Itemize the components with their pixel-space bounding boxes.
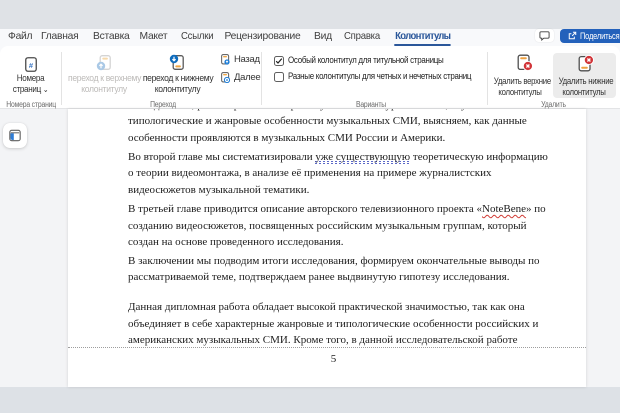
document-line: созданию видеосюжетов, посвященных росси… xyxy=(128,218,539,235)
paragraph: Во второй главе мы систематизировали уже… xyxy=(128,149,539,199)
next-button[interactable]: Далее xyxy=(221,72,260,83)
button-label-line: колонтитулы xyxy=(498,87,541,98)
next-section-icon xyxy=(221,72,230,83)
checkbox-different-odd-even[interactable]: Разные колонтитулы для четных и нечетных… xyxy=(274,71,506,82)
footer-boundary-line xyxy=(68,347,586,348)
button-label-line: Удалить нижние xyxy=(559,76,614,87)
checkbox-different-first-page[interactable]: Особый колонтитул для титульной страницы xyxy=(274,55,473,66)
bottom-strip xyxy=(0,387,620,413)
delete-footers-icon xyxy=(578,54,595,72)
ribbon: # Номера страниц ⌄ Номера страниц перехо… xyxy=(0,46,620,109)
spelling-underline: NoteBene xyxy=(482,203,526,215)
button-label-line: колонтитулу xyxy=(155,84,201,95)
button-label-line: Удалить верхние xyxy=(494,76,551,87)
group-label-options: Варианты xyxy=(275,100,467,109)
comments-button[interactable] xyxy=(535,29,554,42)
page-numbers-label: Номера страниц ⌄ xyxy=(6,73,54,95)
document-line: В заключении мы подводим итоги исследова… xyxy=(128,253,539,270)
text-segment: теоретическую информацию xyxy=(410,151,548,163)
text-segment: » по xyxy=(526,203,546,215)
button-label-line: колонтитулы xyxy=(562,87,605,98)
document-line: объединяет в себе характерные жанровые и… xyxy=(128,316,539,333)
ribbon-divider xyxy=(61,52,62,105)
checkbox-unchecked-icon xyxy=(274,72,284,82)
chevron-down-icon: ⌄ xyxy=(43,85,48,94)
paragraph: В третьей главе приводится описание авто… xyxy=(128,201,539,251)
page-numbers-label-2: страниц xyxy=(13,84,41,95)
group-label-page-numbers: Номера страниц xyxy=(6,100,54,109)
grammar-underline: уже существующую xyxy=(315,151,410,164)
button-label-line: переход к нижнему xyxy=(143,73,214,84)
footer-page-number[interactable]: 5 xyxy=(128,351,539,368)
navigation-pane-button[interactable] xyxy=(3,123,27,148)
document-line: Данная дипломная работа обладает высокой… xyxy=(128,299,539,316)
checkmark-icon xyxy=(275,57,283,65)
share-button-label: Поделиться xyxy=(580,31,619,41)
window-title-strip xyxy=(0,0,620,29)
group-label-delete: Удалить xyxy=(497,100,610,109)
checkbox-first-page-label: Особый колонтитул для титульной страницы xyxy=(288,55,443,66)
checkbox-odd-even-label: Разные колонтитулы для четных и нечетных… xyxy=(288,71,471,82)
checkbox-checked-icon xyxy=(274,56,284,66)
delete-footers-label: Удалить нижние колонтитулы xyxy=(559,77,610,98)
document-line: типологические и жанровые особенности му… xyxy=(128,113,539,130)
text-segment: Во второй главе мы систематизировали xyxy=(128,151,315,163)
delete-headers-label: Удалить верхние колонтитулы xyxy=(494,77,546,98)
goto-footer-icon xyxy=(169,54,184,71)
comment-bubble-icon xyxy=(539,31,550,41)
document-line: особенности проявляются в музыкальных СМ… xyxy=(128,130,539,147)
document-line: видеосюжетов музыкальной тематики. xyxy=(128,182,539,199)
paragraph: Данная дипломная работа обладает высокой… xyxy=(128,299,539,349)
goto-footer-label: переход к нижнему колонтитулу xyxy=(143,73,212,95)
navigation-pane-icon xyxy=(9,129,21,142)
document-line: рассматриваемой теме, подтверждаем ранее… xyxy=(128,269,539,286)
back-button[interactable]: Назад xyxy=(221,54,260,65)
topbar-actions: Поделиться xyxy=(0,29,620,46)
ribbon-divider xyxy=(261,52,262,105)
button-label-line: колонтитулу xyxy=(81,84,127,95)
document-line: В третьей главе приводится описание авто… xyxy=(128,201,539,218)
text-segment: В третьей главе приводится описание авто… xyxy=(128,203,482,215)
next-button-label: Далее xyxy=(234,72,260,83)
previous-section-icon xyxy=(221,54,230,65)
goto-header-icon xyxy=(96,54,111,71)
document-page[interactable]: исследования, рассматриваем историю музы… xyxy=(68,109,586,387)
page-number-icon: # xyxy=(25,57,37,72)
ribbon-tab-bar: Файл Главная Вставка Макет Ссылки Реценз… xyxy=(0,29,620,46)
document-line: Во второй главе мы систематизировали уже… xyxy=(128,149,539,166)
back-button-label: Назад xyxy=(234,54,260,65)
canvas-left-rail xyxy=(0,109,68,387)
document-line: создан на основе проведенного исследован… xyxy=(128,234,539,251)
paragraph: В заключении мы подводим итоги исследова… xyxy=(128,253,539,286)
ribbon-divider xyxy=(487,52,488,105)
canvas-right-rail xyxy=(586,109,620,387)
group-label-navigation: Переход xyxy=(78,100,248,109)
ribbon-row: # Номера страниц ⌄ Номера страниц перехо… xyxy=(0,46,620,109)
delete-headers-icon xyxy=(517,54,534,72)
word-web-app: Файл Главная Вставка Макет Ссылки Реценз… xyxy=(0,0,620,413)
goto-header-label: переход к верхнему колонтитулу xyxy=(68,73,140,95)
page-numbers-label-1: Номера xyxy=(17,73,45,84)
paragraph: исследования, рассматриваем историю музы… xyxy=(128,109,539,146)
document-line: о теории видеомонтажа, в анализе её прим… xyxy=(128,165,539,182)
button-label-line: переход к верхнему xyxy=(68,73,141,84)
share-button[interactable]: Поделиться xyxy=(560,29,620,43)
share-icon xyxy=(568,31,577,40)
